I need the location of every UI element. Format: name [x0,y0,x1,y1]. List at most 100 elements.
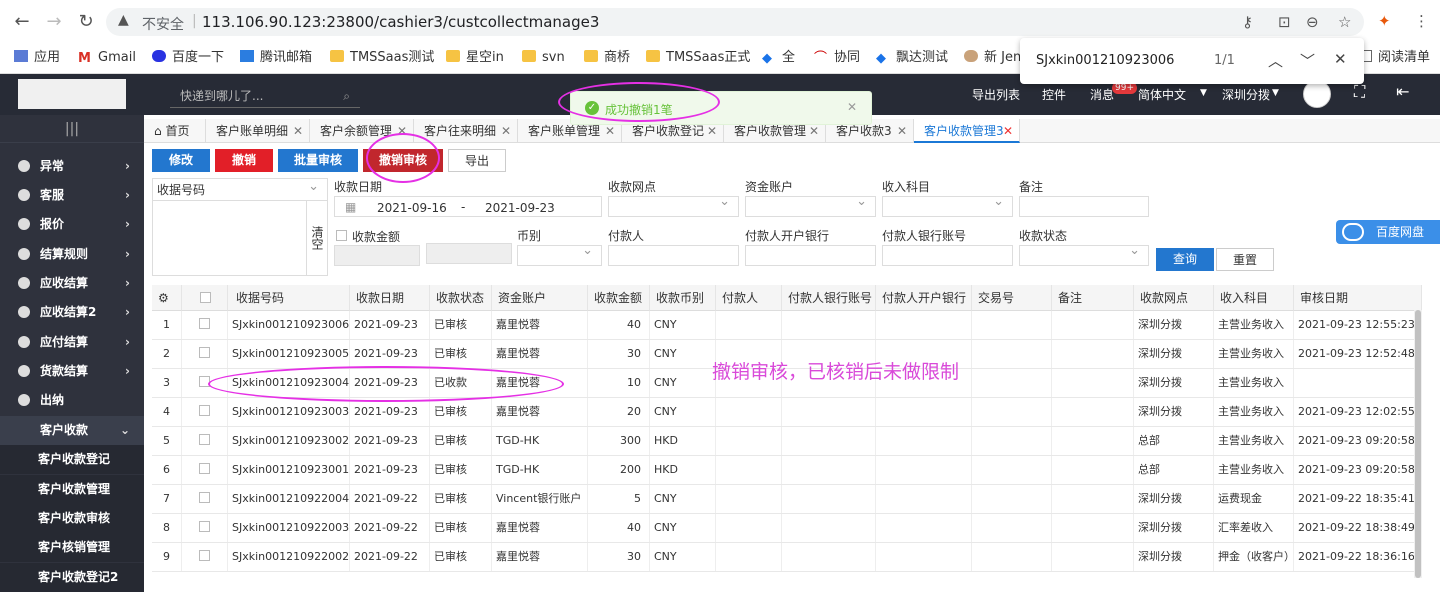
settings-icon[interactable]: ⚙ [152,285,182,311]
amount-checkbox[interactable] [336,230,347,241]
chevron-up-icon[interactable]: ︿ [1268,50,1283,71]
status-select[interactable] [1019,243,1149,266]
row-checkbox[interactable] [199,550,210,561]
sidebar-subitem-review[interactable]: 客户收款审核 [0,504,144,533]
controls-link[interactable]: 控件 [1042,86,1066,103]
sidebar-item-cashier[interactable]: 出纳 [0,386,144,415]
select-all-checkbox[interactable] [182,285,228,311]
tab-home[interactable]: ⌂ 首页 [144,119,206,143]
tab-transactions[interactable]: 客户往来明细 ✕ [414,119,518,143]
row-checkbox[interactable] [199,463,210,474]
amount-min-input[interactable] [334,245,420,266]
cell-row-checkbox[interactable] [182,485,228,513]
sidebar-subitem-writeoff[interactable]: 客户核销管理 [0,533,144,562]
bookmark-xietong[interactable]: ⌒ 协同 [814,48,860,68]
batch-review-button[interactable]: 批量审核 [278,149,358,172]
bookmark-star-icon[interactable]: ☆ [1338,13,1351,31]
sidebar-item-service[interactable]: 客服 › [0,181,144,210]
bookmark-gmail[interactable]: M Gmail [78,48,136,68]
account-select[interactable] [745,194,876,217]
col-date[interactable]: 收款日期 [350,285,430,311]
cell-row-checkbox[interactable] [182,340,228,368]
col-payer-account[interactable]: 付款人银行账号 [782,285,876,311]
table-row[interactable]: 4 SJxkin001210923003 2021-09-23 已审核 嘉里悦蓉 20 CN… [152,398,1422,427]
tab-receipt-manage-3[interactable]: 客户收款管理3 ✕ [914,119,1020,143]
close-icon[interactable]: ✕ [1003,119,1013,143]
baidu-netdisk-widget[interactable]: 百度网盘 [1336,220,1440,244]
cell-row-checkbox[interactable] [182,514,228,542]
col-review-date[interactable]: 审核日期 [1294,285,1422,311]
bookmark-svn[interactable]: svn [522,48,565,68]
date-to[interactable]: 2021-09-23 [485,201,555,215]
sidebar-item-cod[interactable]: 货款结算 › [0,357,144,386]
revoke-button[interactable]: 撤销 [215,149,273,172]
branch-select[interactable]: 深圳分拨 [1222,86,1270,103]
close-icon[interactable]: ✕ [897,119,907,143]
row-checkbox[interactable] [199,521,210,532]
bookmark-apps[interactable]: 应用 [14,48,60,68]
zoom-icon[interactable]: ⊖ [1306,13,1319,31]
sidebar-item-customer-receipt[interactable]: 客户收款 ⌄ [0,416,144,445]
table-row[interactable]: 1 SJxkin001210923006 2021-09-23 已审核 嘉里悦蓉 40 CN… [152,311,1422,340]
table-row[interactable]: 6 SJxkin001210923001 2021-09-23 已审核 TGD-HK 20… [152,456,1422,485]
row-checkbox[interactable] [199,405,210,416]
collapse-icon[interactable]: ⇤ [1396,82,1409,101]
col-trade-no[interactable]: 交易号 [972,285,1052,311]
bookmark-jenkins[interactable]: 新 Jen [964,48,1021,68]
col-payer[interactable]: 付款人 [716,285,782,311]
col-currency[interactable]: 收款币别 [650,285,716,311]
col-account[interactable]: 资金账户 [492,285,588,311]
table-row[interactable]: 8 SJxkin001210922003 2021-09-22 已审核 嘉里悦蓉 40 CN… [152,514,1422,543]
key-icon[interactable]: ⚷ [1242,13,1253,31]
close-icon[interactable]: ✕ [501,119,511,143]
subject-select[interactable] [882,194,1013,217]
menu-toggle-icon[interactable]: ||| [0,115,144,143]
table-scrollbar[interactable] [1414,310,1422,578]
sidebar-item-settlement-rules[interactable]: 结算规则 › [0,240,144,269]
messages-link[interactable]: 消息 [1090,86,1114,103]
payer-bank-input[interactable] [745,245,876,266]
back-icon[interactable]: ← [10,10,34,34]
sidebar-subitem-manage[interactable]: 客户收款管理 [0,475,144,504]
bookmark-quan[interactable]: ◆ 全 [762,48,795,68]
close-icon[interactable]: ✕ [293,119,303,143]
col-receipt-no[interactable]: 收据号码 [228,285,350,311]
clear-button[interactable]: 清空 [306,201,327,275]
find-icon[interactable]: ⊡ [1278,13,1291,31]
cell-row-checkbox[interactable] [182,398,228,426]
table-row[interactable]: 7 SJxkin001210922004 2021-09-22 已审核 Vincent银… [152,485,1422,514]
url-text[interactable]: 113.106.90.123:23800/cashier3/custcollec… [202,13,599,31]
reset-button[interactable]: 重置 [1216,248,1274,271]
close-icon[interactable]: ✕ [847,100,857,114]
col-payer-bank[interactable]: 付款人开户银行 [876,285,972,311]
cell-row-checkbox[interactable] [182,427,228,455]
row-checkbox[interactable] [199,318,210,329]
bookmark-piaoda[interactable]: ◆ 飘达测试 [876,48,948,68]
reload-icon[interactable]: ↻ [74,10,98,34]
col-remark[interactable]: 备注 [1052,285,1134,311]
row-checkbox[interactable] [199,347,210,358]
col-amount[interactable]: 收款金额 [588,285,650,311]
bookmark-tmssaas-test[interactable]: TMSSaas测试 [330,48,434,68]
sidebar-item-receivable[interactable]: 应收结算 › [0,269,144,298]
remark-input[interactable] [1019,196,1149,217]
sidebar-item-quote[interactable]: 报价 › [0,210,144,239]
tracking-search-input[interactable]: 快递到哪儿了... ⌕ [170,84,360,108]
close-icon[interactable]: ✕ [1334,50,1347,68]
bookmark-shangqiao[interactable]: 商桥 [584,48,630,68]
amount-max-input[interactable] [426,243,512,264]
receipt-number-select[interactable]: 收据号码 [153,176,327,201]
col-subject[interactable]: 收入科目 [1214,285,1294,311]
chevron-down-icon[interactable]: ﹀ [1300,50,1315,71]
col-branch[interactable]: 收款网点 [1134,285,1214,311]
bookmark-baidu[interactable]: 百度一下 [152,48,224,68]
bookmark-reading-list[interactable]: 阅读清单 [1358,48,1430,68]
avatar[interactable] [1303,80,1331,108]
payer-account-input[interactable] [882,245,1013,266]
col-status[interactable]: 收款状态 [430,285,492,311]
currency-select[interactable] [517,243,602,266]
date-range-input[interactable]: ▦ 2021-09-16 - 2021-09-23 [334,196,602,217]
cell-row-checkbox[interactable] [182,311,228,339]
sidebar-item-receivable-2[interactable]: 应收结算2 › [0,298,144,327]
query-button[interactable]: 查询 [1156,248,1214,271]
